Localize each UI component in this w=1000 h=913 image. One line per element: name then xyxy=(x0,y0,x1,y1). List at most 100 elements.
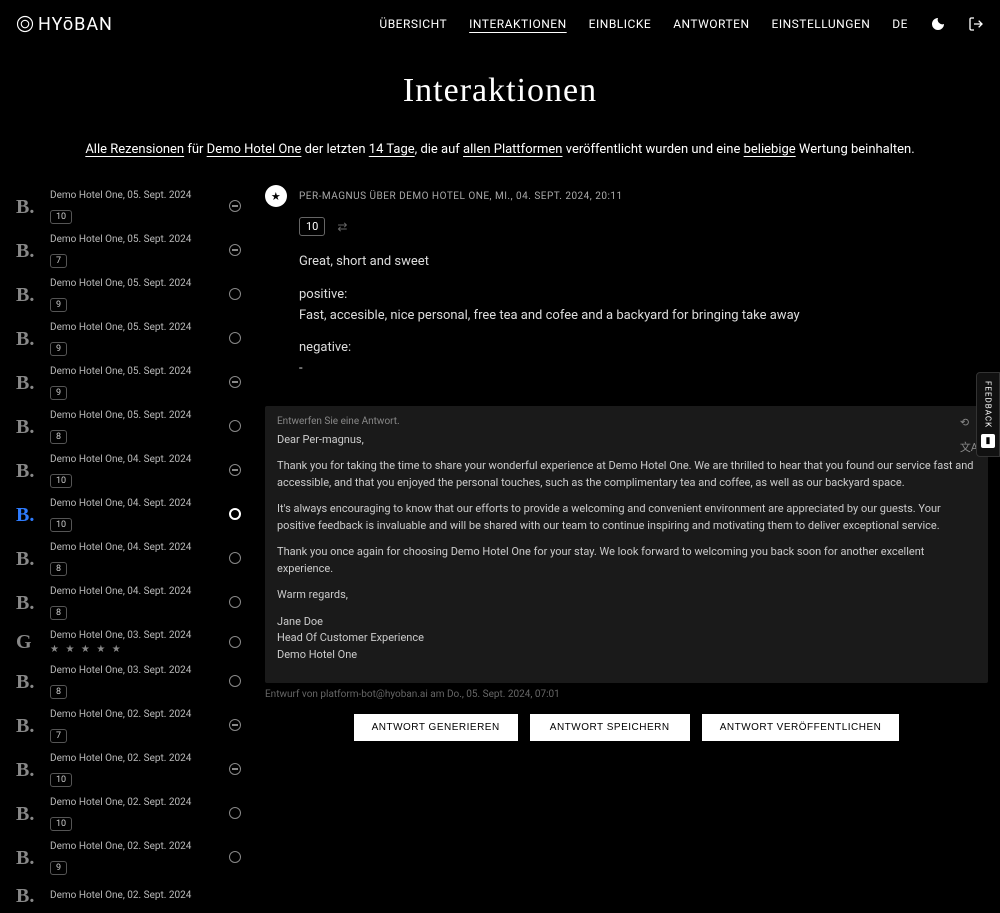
review-item[interactable]: B.Demo Hotel One, 02. Sept. 20247 xyxy=(12,704,247,748)
review-meta: Demo Hotel One, 05. Sept. 20249 xyxy=(50,278,219,312)
header: HYōBAN ÜBERSICHT INTERAKTIONEN EINBLICKE… xyxy=(0,0,1000,48)
score-badge: 9 xyxy=(50,386,67,400)
review-meta: Demo Hotel One, 02. Sept. 2024 7 xyxy=(50,709,219,743)
filter-platforms[interactable]: allen Plattformen xyxy=(463,142,562,157)
score-badge: 9 xyxy=(50,861,67,875)
positive-text: Fast, accesible, nice personal, free tea… xyxy=(299,308,800,323)
feedback-label: FEEDBACK xyxy=(984,381,993,428)
source-badge: B. xyxy=(16,240,40,263)
source-badge: B. xyxy=(16,504,40,527)
filter-hotel[interactable]: Demo Hotel One xyxy=(207,142,302,157)
review-item[interactable]: B.Demo Hotel One, 02. Sept. 202410 xyxy=(12,792,247,836)
reply-body[interactable]: Dear Per-magnus, Thank you for taking th… xyxy=(277,432,976,664)
status-icon xyxy=(229,851,243,865)
status-icon xyxy=(229,376,243,390)
translate-icon[interactable]: ⇄ xyxy=(337,220,347,234)
score-badge: 10 xyxy=(50,518,72,532)
review-item[interactable]: B.Demo Hotel One, 05. Sept. 20249 xyxy=(12,273,247,317)
review-item[interactable]: B. Demo Hotel One, 03. Sept. 20248 xyxy=(12,660,247,704)
review-item[interactable]: B. Demo Hotel One, 05. Sept. 20247 xyxy=(12,229,247,273)
review-item[interactable]: G Demo Hotel One, 03. Sept. 2024 ★ ★ ★ ★ ★ xyxy=(12,625,247,660)
source-badge: B. xyxy=(16,460,40,483)
nav-interactions[interactable]: INTERAKTIONEN xyxy=(469,17,567,31)
feedback-tab[interactable]: FEEDBACK ▮ xyxy=(976,372,1000,457)
filter-bar: Alle Rezensionen für Demo Hotel One der … xyxy=(0,142,1000,157)
status-icon xyxy=(229,200,243,214)
score-badge: 8 xyxy=(50,685,67,699)
review-hotel-date: Demo Hotel One, 05. Sept. 2024 xyxy=(50,366,219,377)
nav: ÜBERSICHT INTERAKTIONEN EINBLICKE ANTWOR… xyxy=(379,16,984,32)
save-button[interactable]: ANTWORT SPEICHERN xyxy=(530,714,690,741)
review-text: Great, short and sweet positive: Fast, ac… xyxy=(299,252,939,380)
status-icon xyxy=(229,552,243,566)
review-item[interactable]: B.Demo Hotel One, 02. Sept. 20249 xyxy=(12,836,247,880)
score-badge: 8 xyxy=(50,606,67,620)
source-badge: B. xyxy=(16,328,40,351)
reply-panel[interactable]: ⟲ 文A Entwerfen Sie eine Antwort. Dear Pe… xyxy=(265,406,988,684)
logout-icon[interactable] xyxy=(968,16,984,32)
logo[interactable]: HYōBAN xyxy=(16,14,113,35)
status-icon xyxy=(229,636,243,650)
review-item[interactable]: B. Demo Hotel One, 05. Sept. 2024 9 xyxy=(12,361,247,405)
review-item[interactable]: B.Demo Hotel One, 05. Sept. 202410 xyxy=(12,185,247,229)
review-item[interactable]: B.Demo Hotel One, 02. Sept. 2024 xyxy=(12,880,247,913)
score-badge: 9 xyxy=(50,298,67,312)
review-meta: Demo Hotel One, 02. Sept. 202410 xyxy=(50,753,219,787)
review-list: B.Demo Hotel One, 05. Sept. 202410B.Demo… xyxy=(12,185,247,913)
nav-insights[interactable]: EINBLICKE xyxy=(589,17,652,31)
nav-settings[interactable]: EINSTELLUNGEN xyxy=(772,17,871,31)
nav-responses[interactable]: ANTWORTEN xyxy=(673,17,749,31)
review-title: Great, short and sweet xyxy=(299,252,939,273)
score-badge: 10 xyxy=(50,773,72,787)
filter-rating[interactable]: beliebige xyxy=(744,142,796,157)
review-detail: ★ PER-MAGNUS ÜBER DEMO HOTEL ONE, MI., 0… xyxy=(265,185,988,913)
logo-icon xyxy=(16,15,34,33)
review-item[interactable]: B.Demo Hotel One, 04. Sept. 202410 xyxy=(12,449,247,493)
negative-text: - xyxy=(299,361,303,376)
review-meta: Demo Hotel One, 04. Sept. 202410 xyxy=(50,498,219,532)
nav-overview[interactable]: ÜBERSICHT xyxy=(379,17,447,31)
star-icon: ★ xyxy=(265,185,287,207)
filter-days[interactable]: 14 Tage xyxy=(369,142,415,157)
score-badge: 7 xyxy=(50,729,67,743)
score-badge: 7 xyxy=(50,254,67,268)
review-meta: Demo Hotel One, 02. Sept. 2024 xyxy=(50,890,219,904)
review-meta: Demo Hotel One, 05. Sept. 202410 xyxy=(50,190,219,224)
negative-label: negative: xyxy=(299,340,351,355)
brand-text: HYōBAN xyxy=(38,14,113,35)
review-hotel-date: Demo Hotel One, 03. Sept. 2024 xyxy=(50,630,219,641)
positive-label: positive: xyxy=(299,287,347,302)
generate-button[interactable]: ANTWORT GENERIEREN xyxy=(354,714,518,741)
review-hotel-date: Demo Hotel One, 04. Sept. 2024 xyxy=(50,586,219,597)
review-hotel-date: Demo Hotel One, 05. Sept. 2024 xyxy=(50,410,219,421)
status-icon xyxy=(229,508,243,522)
detail-score: 10 xyxy=(299,217,325,236)
score-badge: 10 xyxy=(50,474,72,488)
source-badge: B. xyxy=(16,416,40,439)
review-meta: Demo Hotel One, 03. Sept. 20248 xyxy=(50,665,219,699)
review-item[interactable]: B.Demo Hotel One, 04. Sept. 20248 xyxy=(12,537,247,581)
score-badge: 8 xyxy=(50,562,67,576)
nav-language[interactable]: DE xyxy=(892,17,908,31)
source-badge: B. xyxy=(16,671,40,694)
star-rating: ★ ★ ★ ★ ★ xyxy=(50,644,219,655)
source-badge: G xyxy=(16,631,40,654)
publish-button[interactable]: ANTWORT VERÖFFENTLICHEN xyxy=(702,714,900,741)
review-meta: Demo Hotel One, 05. Sept. 2024 9 xyxy=(50,366,219,400)
status-icon xyxy=(229,719,243,733)
source-badge: B. xyxy=(16,372,40,395)
page-title: Interaktionen xyxy=(0,72,1000,110)
review-item[interactable]: B.Demo Hotel One, 04. Sept. 20248 xyxy=(12,581,247,625)
content: B.Demo Hotel One, 05. Sept. 202410B.Demo… xyxy=(0,185,1000,913)
dark-mode-icon[interactable] xyxy=(930,16,946,32)
status-icon xyxy=(229,596,243,610)
review-item[interactable]: B.Demo Hotel One, 05. Sept. 20249 xyxy=(12,317,247,361)
review-hotel-date: Demo Hotel One, 02. Sept. 2024 xyxy=(50,709,219,720)
review-meta: Demo Hotel One, 05. Sept. 20247 xyxy=(50,234,219,268)
review-item[interactable]: B.Demo Hotel One, 05. Sept. 20248 xyxy=(12,405,247,449)
review-item[interactable]: B.Demo Hotel One, 02. Sept. 202410 xyxy=(12,748,247,792)
filter-all-reviews[interactable]: Alle Rezensionen xyxy=(85,142,184,157)
review-meta: Demo Hotel One, 04. Sept. 20248 xyxy=(50,542,219,576)
feedback-icon: ▮ xyxy=(981,434,995,448)
review-item[interactable]: B. Demo Hotel One, 04. Sept. 202410 xyxy=(12,493,247,537)
